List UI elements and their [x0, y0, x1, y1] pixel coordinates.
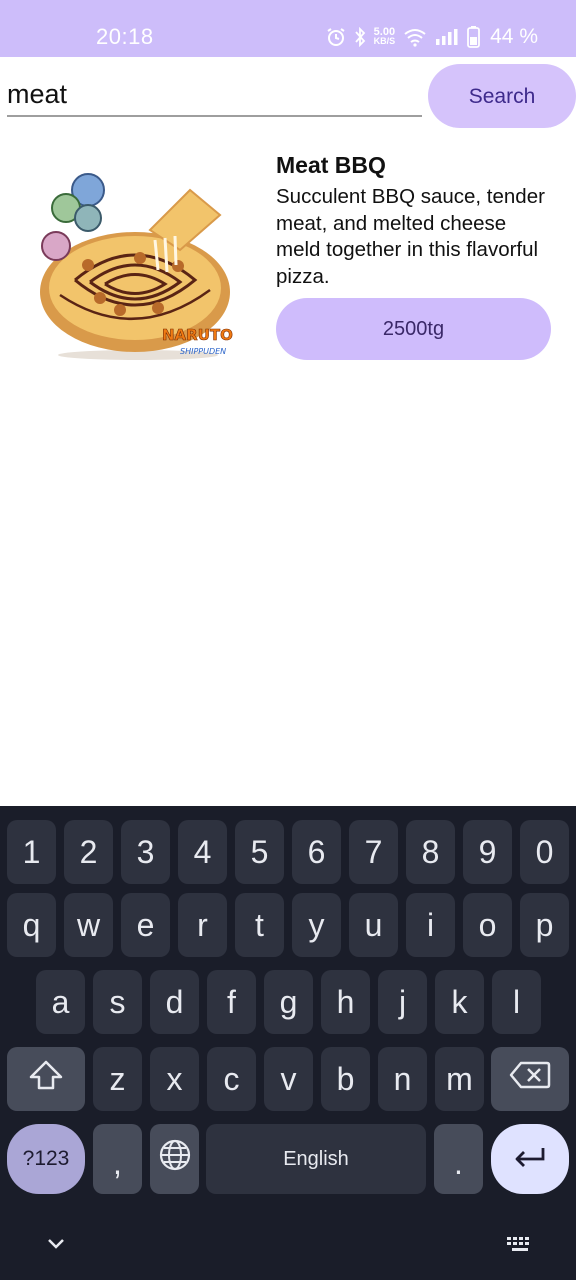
alarm-icon [326, 27, 346, 47]
key-j[interactable]: j [378, 970, 427, 1034]
signal-icon [435, 28, 459, 46]
key-a[interactable]: a [36, 970, 85, 1034]
globe-icon [158, 1138, 192, 1180]
battery-percent: 44 % [490, 25, 538, 48]
key-y[interactable]: y [292, 893, 341, 957]
backspace-key[interactable] [491, 1047, 569, 1111]
network-speed: 5.00 KB/S [373, 27, 396, 46]
status-bar: 20:18 5.00 KB/S 44 % [0, 0, 576, 57]
key-6[interactable]: 6 [292, 820, 341, 884]
comma-key[interactable]: , [93, 1124, 142, 1194]
key-c[interactable]: c [207, 1047, 256, 1111]
key-f[interactable]: f [207, 970, 256, 1034]
symbols-key[interactable]: ?123 [7, 1124, 85, 1194]
key-k[interactable]: k [435, 970, 484, 1034]
key-t[interactable]: t [235, 893, 284, 957]
enter-icon [512, 1141, 548, 1178]
chevron-down-icon[interactable] [44, 1232, 68, 1261]
key-u[interactable]: u [349, 893, 398, 957]
search-input[interactable] [7, 74, 422, 117]
keyboard-icon[interactable] [506, 1236, 534, 1259]
backspace-icon [509, 1060, 551, 1098]
key-q[interactable]: q [7, 893, 56, 957]
key-2[interactable]: 2 [64, 820, 113, 884]
product-title: Meat BBQ [276, 152, 386, 178]
battery-icon [467, 26, 481, 48]
language-key[interactable] [150, 1124, 199, 1194]
key-3[interactable]: 3 [121, 820, 170, 884]
price-button[interactable]: 2500tg [276, 298, 551, 360]
key-b[interactable]: b [321, 1047, 370, 1111]
key-9[interactable]: 9 [463, 820, 512, 884]
product-image: NARUTO SHIPPUDEN [30, 170, 245, 360]
network-speed-unit: KB/S [373, 36, 396, 46]
svg-text:SHIPPUDEN: SHIPPUDEN [180, 347, 226, 356]
key-1[interactable]: 1 [7, 820, 56, 884]
bluetooth-icon [354, 27, 366, 47]
key-0[interactable]: 0 [520, 820, 569, 884]
key-h[interactable]: h [321, 970, 370, 1034]
wifi-icon [403, 27, 427, 47]
key-g[interactable]: g [264, 970, 313, 1034]
product-card: NARUTO SHIPPUDEN Meat BBQ Succulent BBQ … [0, 140, 576, 380]
key-p[interactable]: p [520, 893, 569, 957]
shift-icon [28, 1059, 64, 1099]
period-key[interactable]: . [434, 1124, 483, 1194]
key-4[interactable]: 4 [178, 820, 227, 884]
key-m[interactable]: m [435, 1047, 484, 1111]
search-button[interactable]: Search [428, 64, 576, 128]
key-e[interactable]: e [121, 893, 170, 957]
key-z[interactable]: z [93, 1047, 142, 1111]
key-x[interactable]: x [150, 1047, 199, 1111]
enter-key[interactable] [491, 1124, 569, 1194]
key-n[interactable]: n [378, 1047, 427, 1111]
key-o[interactable]: o [463, 893, 512, 957]
status-icons: 5.00 KB/S 44 % [326, 24, 538, 50]
key-i[interactable]: i [406, 893, 455, 957]
key-r[interactable]: r [178, 893, 227, 957]
status-time: 20:18 [96, 24, 154, 49]
key-7[interactable]: 7 [349, 820, 398, 884]
key-w[interactable]: w [64, 893, 113, 957]
product-description: Succulent BBQ sauce, tender meat, and me… [276, 185, 545, 288]
shift-key[interactable] [7, 1047, 85, 1111]
key-v[interactable]: v [264, 1047, 313, 1111]
key-8[interactable]: 8 [406, 820, 455, 884]
image-logo-text: NARUTO [162, 326, 233, 344]
key-d[interactable]: d [150, 970, 199, 1034]
space-key[interactable]: English [206, 1124, 426, 1194]
key-s[interactable]: s [93, 970, 142, 1034]
key-5[interactable]: 5 [235, 820, 284, 884]
key-l[interactable]: l [492, 970, 541, 1034]
